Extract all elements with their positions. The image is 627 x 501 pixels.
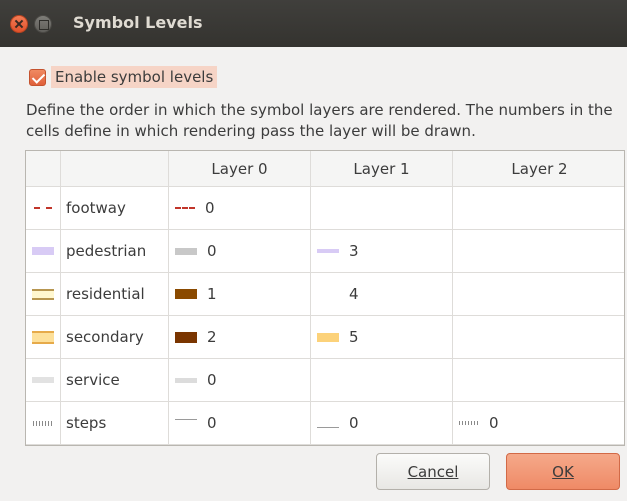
row-name: residential: [61, 273, 169, 315]
table-row: steps 0 0 0: [26, 402, 624, 445]
header-layer-0[interactable]: Layer 0: [169, 151, 311, 186]
row-name: steps: [61, 402, 169, 444]
layer-cell[interactable]: 0: [311, 402, 453, 444]
cancel-button[interactable]: Cancel: [376, 453, 490, 490]
table-row: secondary 2 5: [26, 316, 624, 359]
secondary-symbol-icon: [32, 330, 54, 344]
yellow-line-icon: [317, 332, 339, 342]
enable-symbol-levels-label[interactable]: Enable symbol levels: [51, 66, 218, 88]
layer-cell[interactable]: 3: [311, 230, 453, 272]
steps-pattern-icon: [459, 421, 479, 425]
description-text: Define the order in which the symbol lay…: [26, 101, 613, 140]
table-row: footway 0: [26, 187, 624, 230]
gray-line-icon: [175, 247, 197, 255]
table-row: service 0: [26, 359, 624, 402]
layer-cell[interactable]: 0: [169, 230, 311, 272]
service-symbol-icon: [32, 377, 54, 383]
close-icon[interactable]: [10, 15, 28, 33]
dotted-line-icon: [175, 207, 195, 209]
layer-cell[interactable]: [311, 359, 453, 401]
footway-symbol-icon: [34, 207, 52, 209]
brown-line-icon: [175, 289, 197, 299]
blank-icon: [317, 290, 339, 299]
minimize-icon[interactable]: [34, 15, 52, 33]
layer-cell[interactable]: 1: [169, 273, 311, 315]
thin-line-icon: [175, 418, 197, 420]
layer-cell[interactable]: [453, 230, 624, 272]
layer-cell[interactable]: [453, 316, 624, 358]
table-row: pedestrian 0 3: [26, 230, 624, 273]
layer-cell[interactable]: 0: [453, 402, 624, 444]
layer-cell[interactable]: 5: [311, 316, 453, 358]
layer-cell[interactable]: 0: [169, 359, 311, 401]
layer-cell[interactable]: [453, 359, 624, 401]
header-layer-1[interactable]: Layer 1: [311, 151, 453, 186]
table-header: Layer 0 Layer 1 Layer 2: [26, 151, 624, 187]
brown-line-icon: [175, 331, 197, 343]
row-name: pedestrian: [61, 230, 169, 272]
header-name-col: [61, 151, 169, 186]
residential-symbol-icon: [32, 288, 54, 300]
row-name: secondary: [61, 316, 169, 358]
lilac-line-icon: [317, 249, 339, 253]
light-gray-line-icon: [175, 377, 197, 383]
layer-cell[interactable]: 0: [169, 187, 311, 229]
title-bar: Symbol Levels: [0, 0, 627, 47]
layer-cell[interactable]: 0: [169, 402, 311, 444]
layer-cell[interactable]: [453, 187, 624, 229]
layer-cell[interactable]: 4: [311, 273, 453, 315]
enable-symbol-levels-checkbox[interactable]: [29, 68, 46, 86]
thin-line-icon: [317, 426, 339, 428]
ok-button[interactable]: OK: [506, 453, 620, 490]
enable-symbol-levels-toggle[interactable]: Enable symbol levels: [29, 66, 218, 88]
window-title: Symbol Levels: [73, 13, 203, 32]
row-name: footway: [61, 187, 169, 229]
row-name: service: [61, 359, 169, 401]
symbol-levels-table[interactable]: Layer 0 Layer 1 Layer 2 footway 0 pedest…: [25, 150, 625, 446]
layer-cell[interactable]: [453, 273, 624, 315]
steps-symbol-icon: [33, 420, 53, 426]
layer-cell[interactable]: [311, 187, 453, 229]
header-layer-2[interactable]: Layer 2: [453, 151, 624, 186]
layer-cell[interactable]: 2: [169, 316, 311, 358]
pedestrian-symbol-icon: [32, 247, 54, 255]
table-row: residential 1 4: [26, 273, 624, 316]
header-symbol-col: [26, 151, 61, 186]
